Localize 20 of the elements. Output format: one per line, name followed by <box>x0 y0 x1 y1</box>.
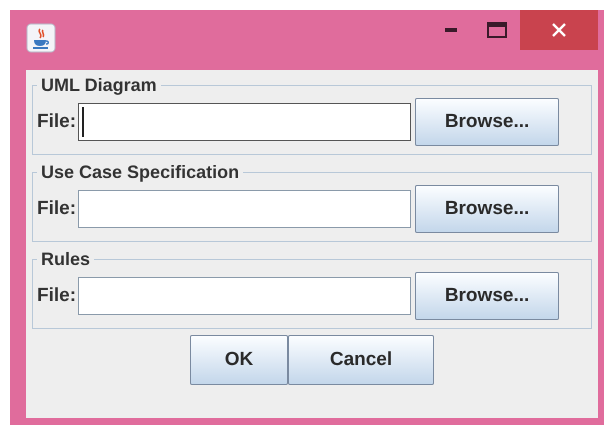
browse-button[interactable]: Browse... <box>415 185 560 233</box>
text-caret <box>82 107 84 137</box>
group-title: Use Case Specification <box>40 161 240 183</box>
file-field[interactable] <box>78 277 412 315</box>
file-label: File: <box>37 284 76 308</box>
dialog-button[interactable]: Cancel <box>288 335 434 385</box>
file-label: File: <box>37 110 76 134</box>
file-field[interactable] <box>78 190 412 228</box>
dialog-button[interactable]: OK <box>190 335 288 385</box>
browse-button[interactable]: Browse... <box>415 98 560 146</box>
maximize-icon <box>487 22 507 38</box>
group-title: Rules <box>40 248 92 270</box>
close-button[interactable] <box>520 10 598 50</box>
browse-button[interactable]: Browse... <box>415 272 560 320</box>
group-title: UML Diagram <box>40 74 158 96</box>
close-icon <box>551 22 567 38</box>
minimize-icon <box>445 28 457 32</box>
coffee-cup-icon <box>26 23 56 53</box>
file-field[interactable] <box>78 103 412 141</box>
file-label: File: <box>37 196 76 221</box>
